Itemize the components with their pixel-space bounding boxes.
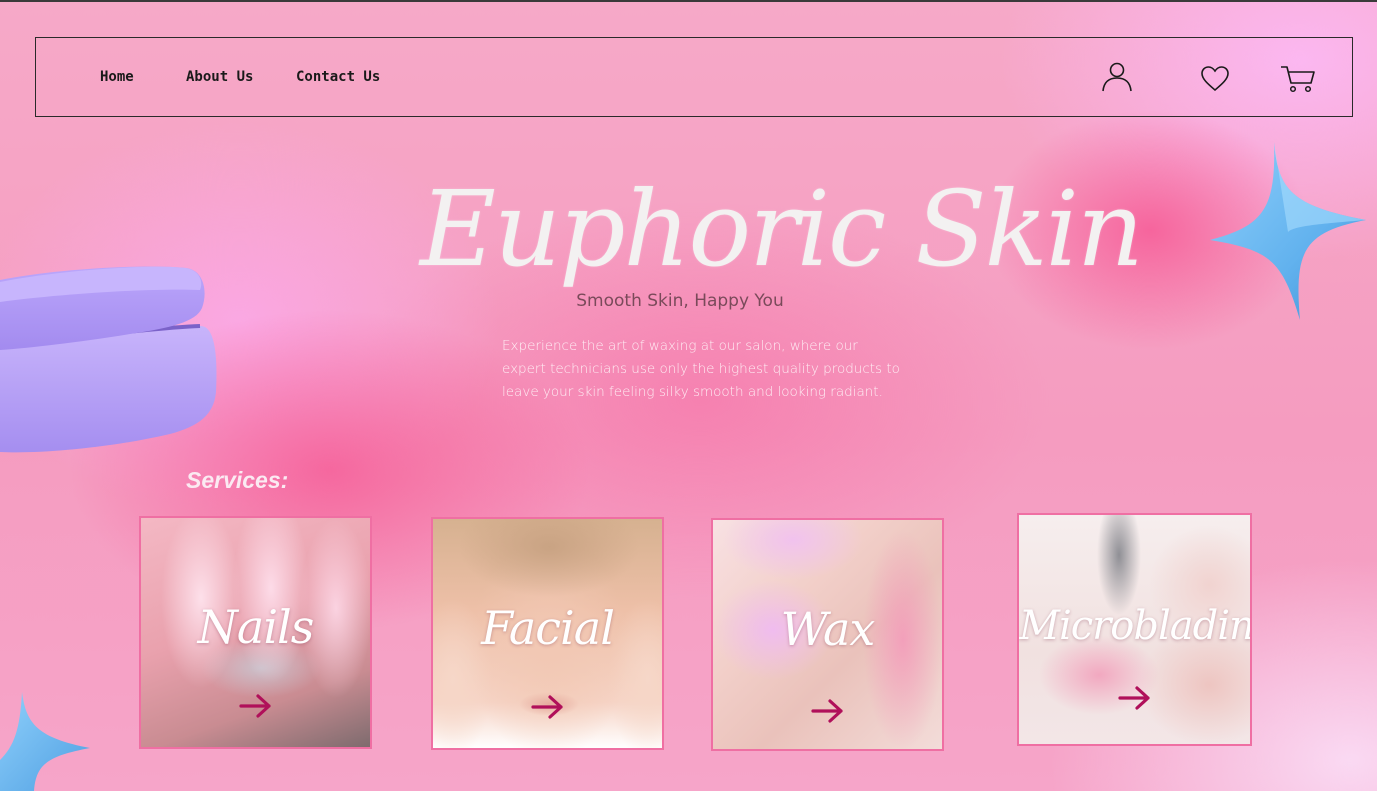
service-card-facial[interactable]: Facial	[431, 517, 664, 750]
service-card-nails[interactable]: Nails	[139, 516, 372, 749]
nav-link-contact-us[interactable]: Contact Us	[296, 69, 380, 85]
arrow-right-icon[interactable]	[810, 698, 845, 729]
services-heading: Services:	[186, 467, 289, 493]
service-label-wax: Wax	[780, 602, 876, 656]
arrow-right-icon[interactable]	[238, 693, 273, 724]
service-card-microblading[interactable]: Microblading	[1017, 513, 1252, 746]
service-label-nails: Nails	[197, 600, 315, 654]
window-top-edge	[0, 0, 1377, 2]
navigation-bar: Home About Us Contact Us	[35, 37, 1353, 117]
hero-subtitle: Smooth Skin, Happy You	[576, 291, 784, 311]
cosmetic-jar-illustration	[0, 262, 222, 461]
blue-star-small-decoration	[0, 690, 92, 791]
blue-star-decoration	[1208, 140, 1368, 327]
nav-link-about-us[interactable]: About Us	[186, 69, 253, 85]
nav-link-home[interactable]: Home	[100, 69, 134, 85]
service-label-facial: Facial	[481, 601, 615, 655]
arrow-right-icon[interactable]	[530, 694, 565, 725]
heart-icon[interactable]	[1200, 65, 1230, 93]
cart-icon[interactable]	[1280, 64, 1316, 94]
arrow-right-icon[interactable]	[1117, 685, 1152, 716]
user-icon[interactable]	[1100, 61, 1134, 93]
hero-description: Experience the art of waxing at our salo…	[502, 338, 900, 400]
service-card-wax[interactable]: Wax	[711, 518, 944, 751]
hero-title: Euphoric Skin	[420, 168, 1144, 290]
service-label-microblading: Microblading	[1019, 603, 1252, 649]
